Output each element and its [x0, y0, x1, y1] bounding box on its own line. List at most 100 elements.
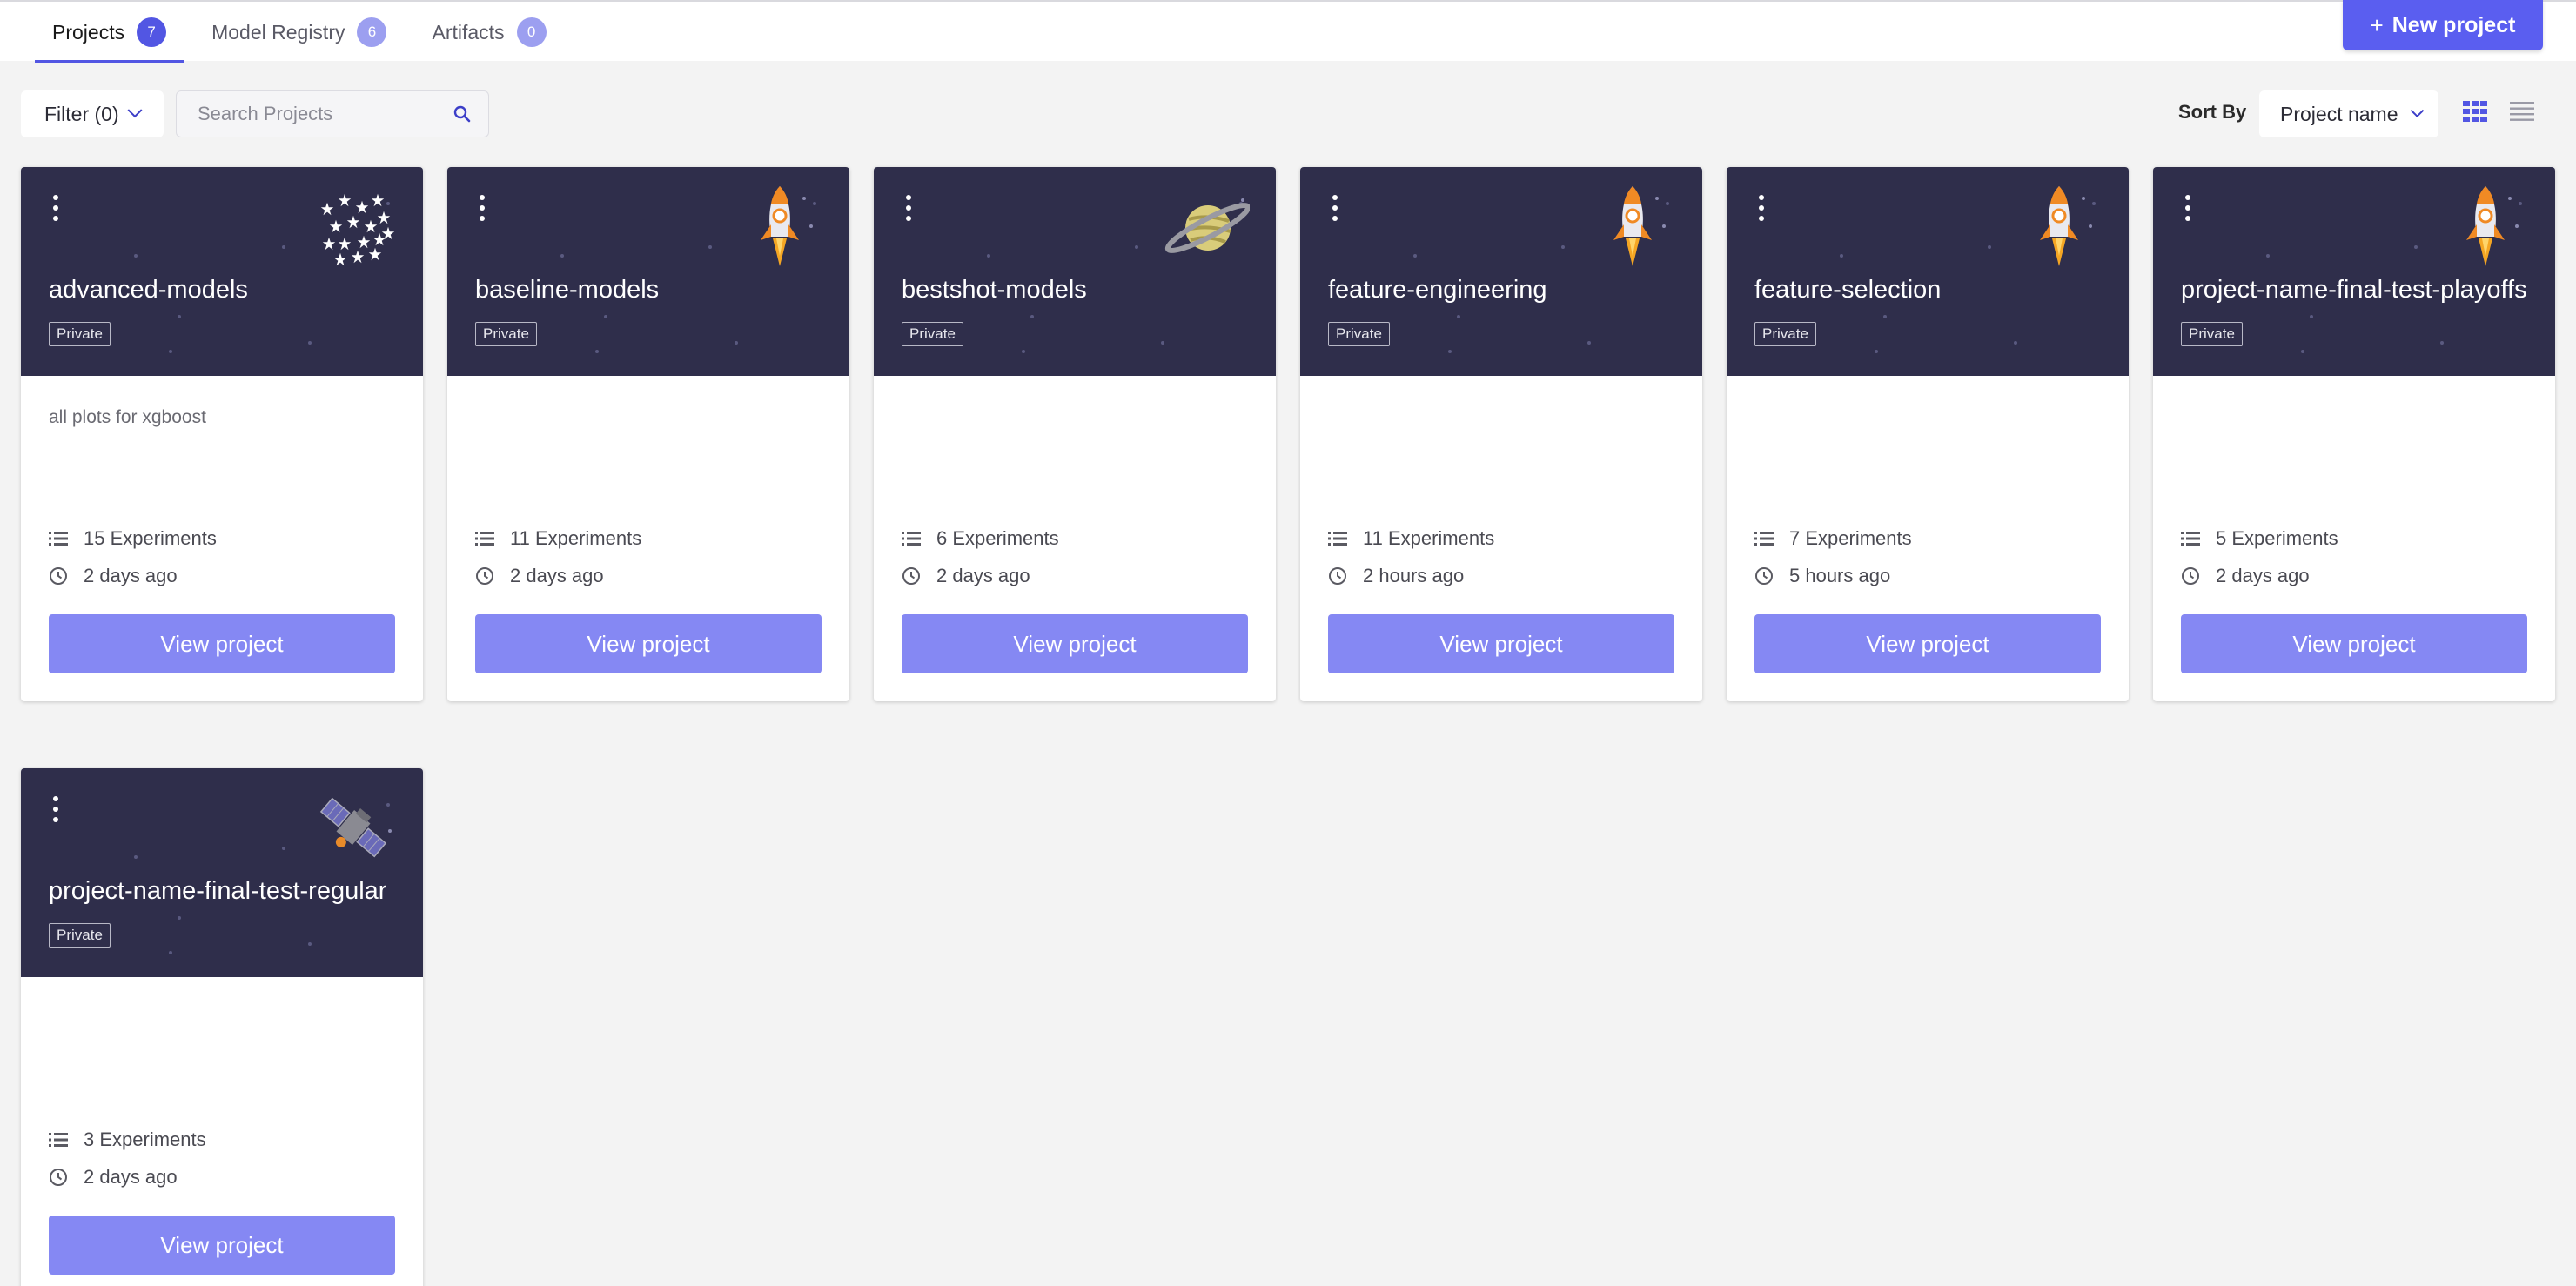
- sort-select[interactable]: Project name: [2259, 90, 2438, 137]
- card-header: project-name-final-test-playoffs Private: [2153, 167, 2555, 376]
- sort-value: Project name: [2280, 102, 2398, 125]
- star-dot: [2014, 341, 2017, 345]
- view-project-button[interactable]: View project: [49, 1216, 395, 1275]
- search-input[interactable]: [198, 103, 452, 125]
- grid-view-icon[interactable]: [2463, 101, 2487, 122]
- experiments-text: 11 Experiments: [510, 527, 642, 549]
- experiments-count: 3 Experiments: [49, 1129, 206, 1151]
- more-options-icon[interactable]: [50, 794, 61, 824]
- clock-icon: [50, 1169, 67, 1186]
- project-card: project-name-final-test-playoffs Private 5…: [2153, 167, 2555, 701]
- view-project-button[interactable]: View project: [902, 614, 1248, 673]
- updated-text: 2 days ago: [510, 565, 604, 586]
- view-project-button[interactable]: View project: [1328, 614, 1674, 673]
- chevron-down-icon: [127, 103, 143, 118]
- star-dot: [1022, 350, 1025, 353]
- more-options-icon[interactable]: [903, 193, 914, 223]
- last-updated: 2 days ago: [49, 565, 178, 587]
- search-icon[interactable]: [452, 104, 473, 124]
- updated-text: 2 days ago: [2216, 565, 2310, 586]
- experiments-text: 6 Experiments: [936, 527, 1059, 549]
- last-updated: 5 hours ago: [1754, 565, 1890, 587]
- last-updated: 2 hours ago: [1328, 565, 1464, 587]
- sort-by-label: Sort By: [2178, 101, 2247, 123]
- star-dot: [1587, 341, 1591, 345]
- clock-icon: [1755, 567, 1773, 585]
- project-name: baseline-models: [475, 276, 660, 304]
- experiments-count: 5 Experiments: [2181, 527, 2338, 550]
- star-dot: [560, 254, 564, 258]
- experiments-count: 15 Experiments: [49, 527, 217, 550]
- more-options-icon[interactable]: [477, 193, 487, 223]
- experiments-count: 7 Experiments: [1754, 527, 1912, 550]
- search-box: [176, 90, 489, 137]
- visibility-badge: Private: [1754, 322, 1816, 346]
- more-options-icon[interactable]: [1330, 193, 1340, 223]
- project-card: baseline-models Private 11 Experiments 2 da…: [447, 167, 849, 701]
- tab-projects[interactable]: Projects 7: [35, 2, 184, 63]
- card-header: baseline-models Private: [447, 167, 849, 376]
- star-dot: [178, 916, 181, 920]
- star-dot: [1030, 315, 1034, 318]
- card-header: advanced-models Private: [21, 167, 423, 376]
- project-card: bestshot-models Private 6 Experiments 2 day…: [874, 167, 1276, 701]
- filter-label: Filter: [44, 102, 90, 125]
- new-project-button[interactable]: + New project: [2343, 0, 2543, 50]
- visibility-badge: Private: [475, 322, 537, 346]
- tab-artifacts[interactable]: Artifacts 0: [414, 2, 563, 63]
- star-dot: [2440, 341, 2444, 345]
- project-name: project-name-final-test-regular: [49, 877, 387, 905]
- view-project-button[interactable]: View project: [475, 614, 822, 673]
- experiments-text: 3 Experiments: [84, 1129, 206, 1150]
- filter-count: (0): [94, 102, 119, 125]
- more-options-icon[interactable]: [2183, 193, 2193, 223]
- star-dot: [735, 341, 738, 345]
- stars-icon: [310, 183, 397, 270]
- more-options-icon[interactable]: [1756, 193, 1767, 223]
- experiments-icon: [49, 1133, 68, 1147]
- star-dot: [1561, 245, 1565, 249]
- experiments-text: 11 Experiments: [1363, 527, 1495, 549]
- rocket-icon: [1589, 183, 1676, 270]
- view-project-button[interactable]: View project: [2181, 614, 2527, 673]
- visibility-badge: Private: [49, 322, 111, 346]
- filter-button[interactable]: Filter (0): [21, 90, 164, 137]
- satellite-icon: [310, 784, 397, 871]
- list-view-icon[interactable]: [2510, 101, 2534, 122]
- star-dot: [2266, 254, 2270, 258]
- rocket-icon: [2016, 183, 2103, 270]
- updated-text: 2 days ago: [936, 565, 1030, 586]
- card-header: feature-engineering Private: [1300, 167, 1702, 376]
- updated-text: 5 hours ago: [1789, 565, 1891, 586]
- star-dot: [595, 350, 599, 353]
- view-project-button[interactable]: View project: [1754, 614, 2101, 673]
- project-description: all plots for xgboost: [49, 407, 206, 427]
- updated-text: 2 days ago: [84, 565, 178, 586]
- project-card: advanced-models Private all plots for xgbo…: [21, 167, 423, 701]
- tab-list: Projects 7 Model Registry 6 Artifacts 0: [35, 2, 574, 63]
- visibility-badge: Private: [49, 923, 111, 948]
- card-header: feature-selection Private: [1727, 167, 2129, 376]
- star-dot: [169, 951, 172, 954]
- star-dot: [308, 341, 312, 345]
- star-dot: [178, 315, 181, 318]
- star-dot: [308, 942, 312, 946]
- star-dot: [2310, 315, 2313, 318]
- last-updated: 2 days ago: [475, 565, 604, 587]
- experiments-text: 15 Experiments: [84, 527, 217, 549]
- star-dot: [1875, 350, 1878, 353]
- experiments-count: 11 Experiments: [1328, 527, 1494, 550]
- experiments-count: 6 Experiments: [902, 527, 1059, 550]
- experiments-icon: [1328, 532, 1347, 546]
- view-project-button[interactable]: View project: [49, 614, 395, 673]
- rocket-icon: [2442, 183, 2529, 270]
- star-dot: [1883, 315, 1887, 318]
- more-options-icon[interactable]: [50, 193, 61, 223]
- star-dot: [1988, 245, 1991, 249]
- last-updated: 2 days ago: [49, 1166, 178, 1189]
- star-dot: [2414, 245, 2418, 249]
- tab-model-registry[interactable]: Model Registry 6: [194, 2, 404, 63]
- star-dot: [2301, 350, 2304, 353]
- clock-icon: [902, 567, 920, 585]
- last-updated: 2 days ago: [2181, 565, 2310, 587]
